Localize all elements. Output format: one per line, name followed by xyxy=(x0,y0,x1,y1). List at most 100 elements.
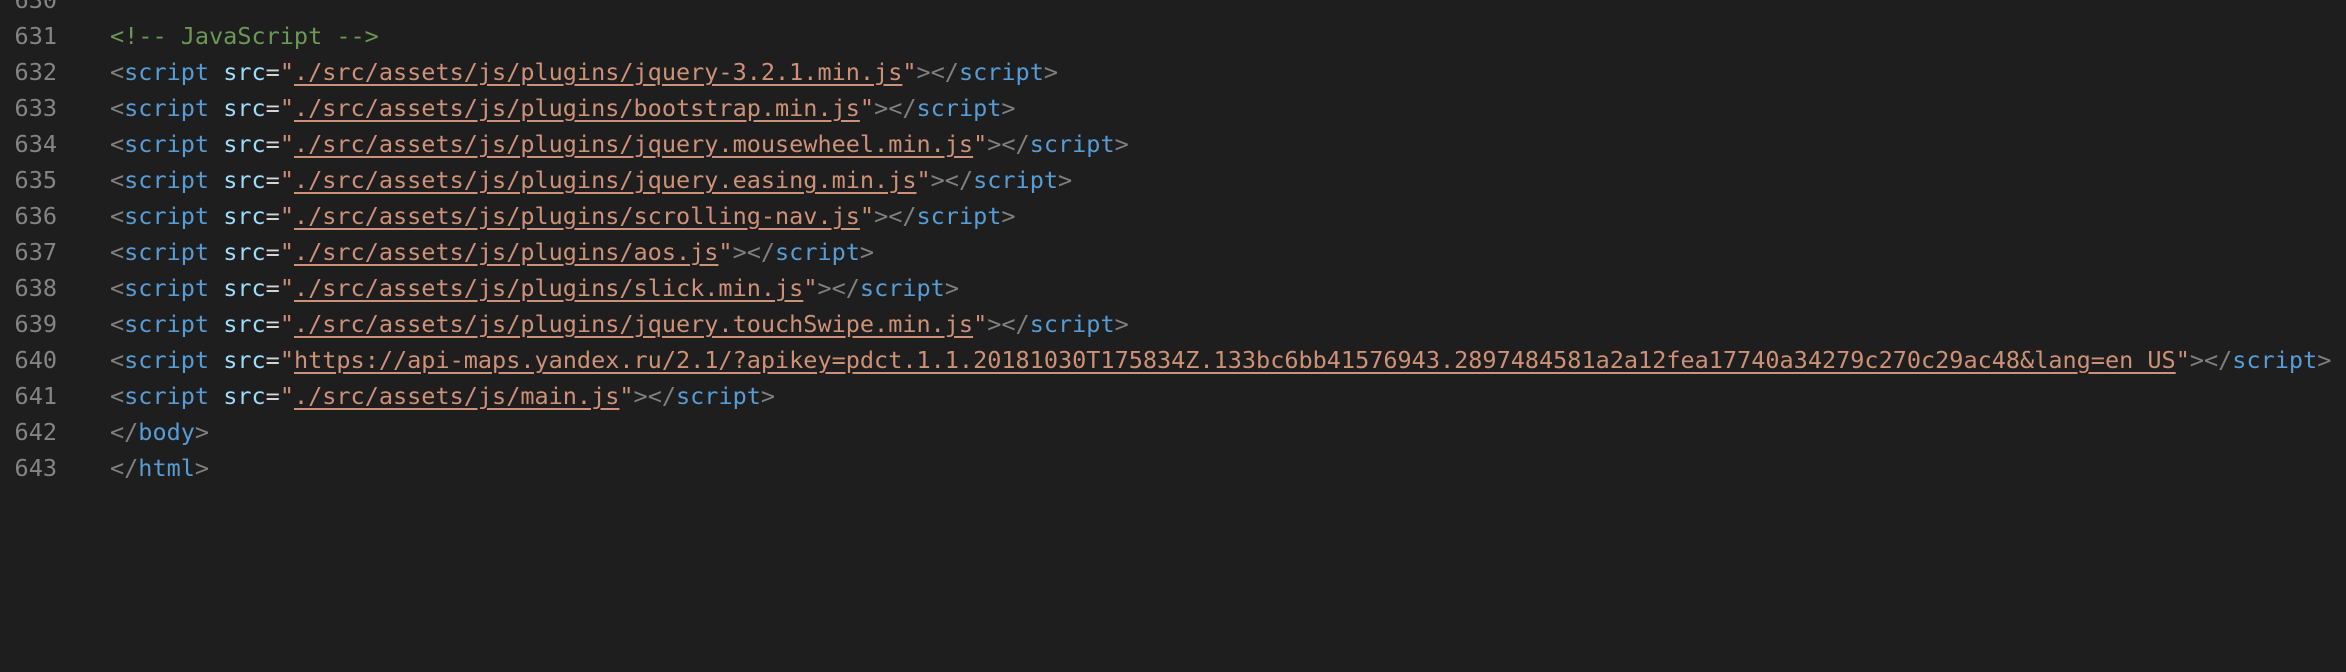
tag-close-bracket: ></ xyxy=(732,238,776,266)
tag-open-bracket: < xyxy=(110,238,125,266)
src-link[interactable]: https://api-maps.yandex.ru/2.1/?apikey=p… xyxy=(294,346,2176,374)
code-line[interactable]: 634 <script src="./src/assets/js/plugins/… xyxy=(0,126,2346,162)
line-number: 642 xyxy=(14,418,57,446)
line-content: <script src="https://api-maps.yandex.ru/… xyxy=(110,342,2331,378)
src-link[interactable]: ./src/assets/js/plugins/jquery-3.2.1.min… xyxy=(294,58,902,86)
src-attribute: src xyxy=(223,310,266,338)
tag-end-bracket: > xyxy=(760,382,776,410)
src-attribute: src xyxy=(223,130,266,158)
src-link[interactable]: ./src/assets/js/plugins/aos.js xyxy=(294,238,718,266)
src-link[interactable]: ./src/assets/js/plugins/jquery.mousewhee… xyxy=(294,130,973,158)
equals-sign: = xyxy=(265,202,280,230)
tag-close-bracket: ></ xyxy=(874,202,917,230)
code-line[interactable]: 630 xyxy=(0,0,2346,18)
quote: " xyxy=(279,238,294,266)
script-close-tag-name: script xyxy=(973,166,1058,194)
code-line[interactable]: 638 <script src="./src/assets/js/plugins/… xyxy=(0,270,2346,306)
line-content: <script src="./src/assets/js/plugins/jqu… xyxy=(110,162,1072,198)
src-attribute: src xyxy=(223,274,266,302)
line-number: 638 xyxy=(14,274,57,302)
script-tag-name: script xyxy=(124,130,210,158)
src-attribute: src xyxy=(223,382,266,410)
line-content: <!-- JavaScript --> xyxy=(110,18,379,54)
line-number: 631 xyxy=(14,22,57,50)
line-content: <script src="./src/assets/js/main.js"></… xyxy=(110,378,775,414)
code-line[interactable]: 640 <script src="https://api-maps.yandex.… xyxy=(0,342,2346,378)
code-line[interactable]: 635 <script src="./src/assets/js/plugins/… xyxy=(0,162,2346,198)
tag-close-bracket: ></ xyxy=(916,58,959,86)
src-attribute: src xyxy=(223,166,266,194)
script-tag-name: script xyxy=(124,310,210,338)
line-number: 635 xyxy=(14,166,57,194)
tag-open-bracket: < xyxy=(110,346,125,374)
script-tag-name: script xyxy=(124,238,210,266)
line-number: 643 xyxy=(14,454,57,482)
script-close-tag-name: script xyxy=(916,202,1002,230)
equals-sign: = xyxy=(265,94,280,122)
src-link[interactable]: ./src/assets/js/plugins/scrolling-nav.js xyxy=(294,202,860,230)
script-close-tag-name: script xyxy=(775,238,860,266)
src-link[interactable]: ./src/assets/js/plugins/slick.min.js xyxy=(294,274,803,302)
code-line[interactable]: 639 <script src="./src/assets/js/plugins/… xyxy=(0,306,2346,342)
src-link[interactable]: ./src/assets/js/plugins/jquery.touchSwip… xyxy=(294,310,973,338)
tag-end-bracket: > xyxy=(194,418,210,446)
quote: " xyxy=(279,58,294,86)
tag-close-bracket: ></ xyxy=(817,274,860,302)
line-number: 640 xyxy=(14,346,57,374)
script-tag-name: script xyxy=(124,346,210,374)
tag-end-bracket: > xyxy=(1114,130,1129,158)
tag-open-bracket: < xyxy=(110,94,125,122)
line-number: 632 xyxy=(14,58,57,86)
script-close-tag-name: script xyxy=(859,274,945,302)
tag-end-bracket: > xyxy=(1001,94,1016,122)
line-number: 634 xyxy=(14,130,57,158)
src-link[interactable]: ./src/assets/js/main.js xyxy=(294,382,619,410)
tag-close-bracket: ></ xyxy=(987,130,1030,158)
code-line[interactable]: 642 </body> xyxy=(0,414,2346,450)
code-editor[interactable]: 630 631 <!-- JavaScript --> 632 <script src=… xyxy=(0,0,2346,672)
tag-end-bracket: > xyxy=(194,454,210,482)
line-number: 641 xyxy=(14,382,57,410)
closing-tag-name: body xyxy=(138,418,195,446)
code-line[interactable]: 632 <script src="./src/assets/js/plugins/… xyxy=(0,54,2346,90)
tag-end-bracket: > xyxy=(859,238,875,266)
line-content: <script src="./src/assets/js/plugins/boo… xyxy=(110,90,1016,126)
tag-open-bracket: < xyxy=(110,166,125,194)
line-number: 630 xyxy=(14,0,57,14)
tag-end-bracket: > xyxy=(1043,58,1058,86)
src-link[interactable]: ./src/assets/js/plugins/jquery.easing.mi… xyxy=(294,166,917,194)
code-line[interactable]: 637 <script src="./src/assets/js/plugins/… xyxy=(0,234,2346,270)
code-line[interactable]: 631 <!-- JavaScript --> xyxy=(0,18,2346,54)
code-line[interactable]: 633 <script src="./src/assets/js/plugins/… xyxy=(0,90,2346,126)
quote: " xyxy=(279,166,294,194)
quote: " xyxy=(279,346,294,374)
code-line[interactable]: 641 <script src="./src/assets/js/main.js"… xyxy=(0,378,2346,414)
line-number: 636 xyxy=(14,202,57,230)
script-tag-name: script xyxy=(124,166,210,194)
equals-sign: = xyxy=(265,310,280,338)
tag-open-bracket: < xyxy=(110,310,125,338)
script-tag-name: script xyxy=(124,94,210,122)
code-line[interactable]: 643 </html> xyxy=(0,450,2346,486)
src-attribute: src xyxy=(223,238,266,266)
quote: " xyxy=(619,382,634,410)
script-close-tag-name: script xyxy=(1029,310,1115,338)
code-line[interactable]: 636 <script src="./src/assets/js/plugins/… xyxy=(0,198,2346,234)
quote: " xyxy=(859,94,875,122)
tag-close-bracket: ></ xyxy=(2189,346,2233,374)
line-content: </body> xyxy=(110,414,209,450)
quote: " xyxy=(279,274,294,302)
line-content: </html> xyxy=(110,450,209,486)
equals-sign: = xyxy=(265,238,280,266)
tag-close-bracket: ></ xyxy=(930,166,974,194)
code-lines: 630 631 <!-- JavaScript --> 632 <script src=… xyxy=(0,0,2346,486)
src-link[interactable]: ./src/assets/js/plugins/bootstrap.min.js xyxy=(294,94,860,122)
tag-close-bracket: </ xyxy=(110,454,139,482)
script-close-tag-name: script xyxy=(958,58,1044,86)
